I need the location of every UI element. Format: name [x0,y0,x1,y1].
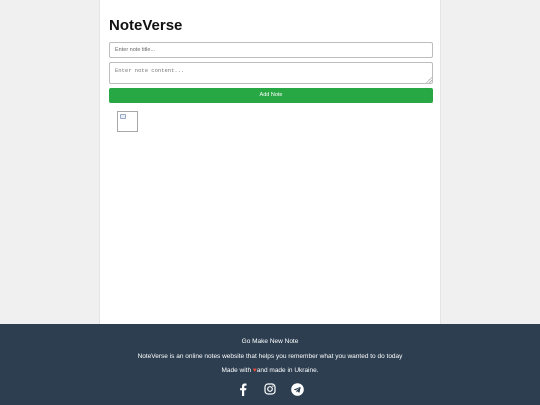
facebook-icon[interactable] [237,383,250,396]
made-with-prefix: Made with [221,367,252,374]
social-links [0,381,540,397]
page-title: NoteVerse [109,17,183,34]
footer-made-with: Made with ♥and made in Ukraine. [0,367,540,374]
site-footer: Go Make New Note NoteVerse is an online … [0,324,540,405]
main-container: NoteVerse Add Note [99,0,441,324]
footer-cta: Go Make New Note [241,338,299,345]
note-title-input[interactable] [109,42,433,58]
telegram-icon[interactable] [290,382,304,396]
broken-image-icon [117,111,138,132]
note-content-textarea[interactable] [109,62,433,84]
made-with-suffix: and made in Ukraine. [256,367,319,374]
textarea-resize-handle[interactable] [426,77,432,83]
footer-about: NoteVerse is an online notes website tha… [137,353,403,360]
image-placeholder-icon [120,114,126,119]
add-note-button[interactable]: Add Note [109,88,433,103]
instagram-icon[interactable] [264,383,277,396]
